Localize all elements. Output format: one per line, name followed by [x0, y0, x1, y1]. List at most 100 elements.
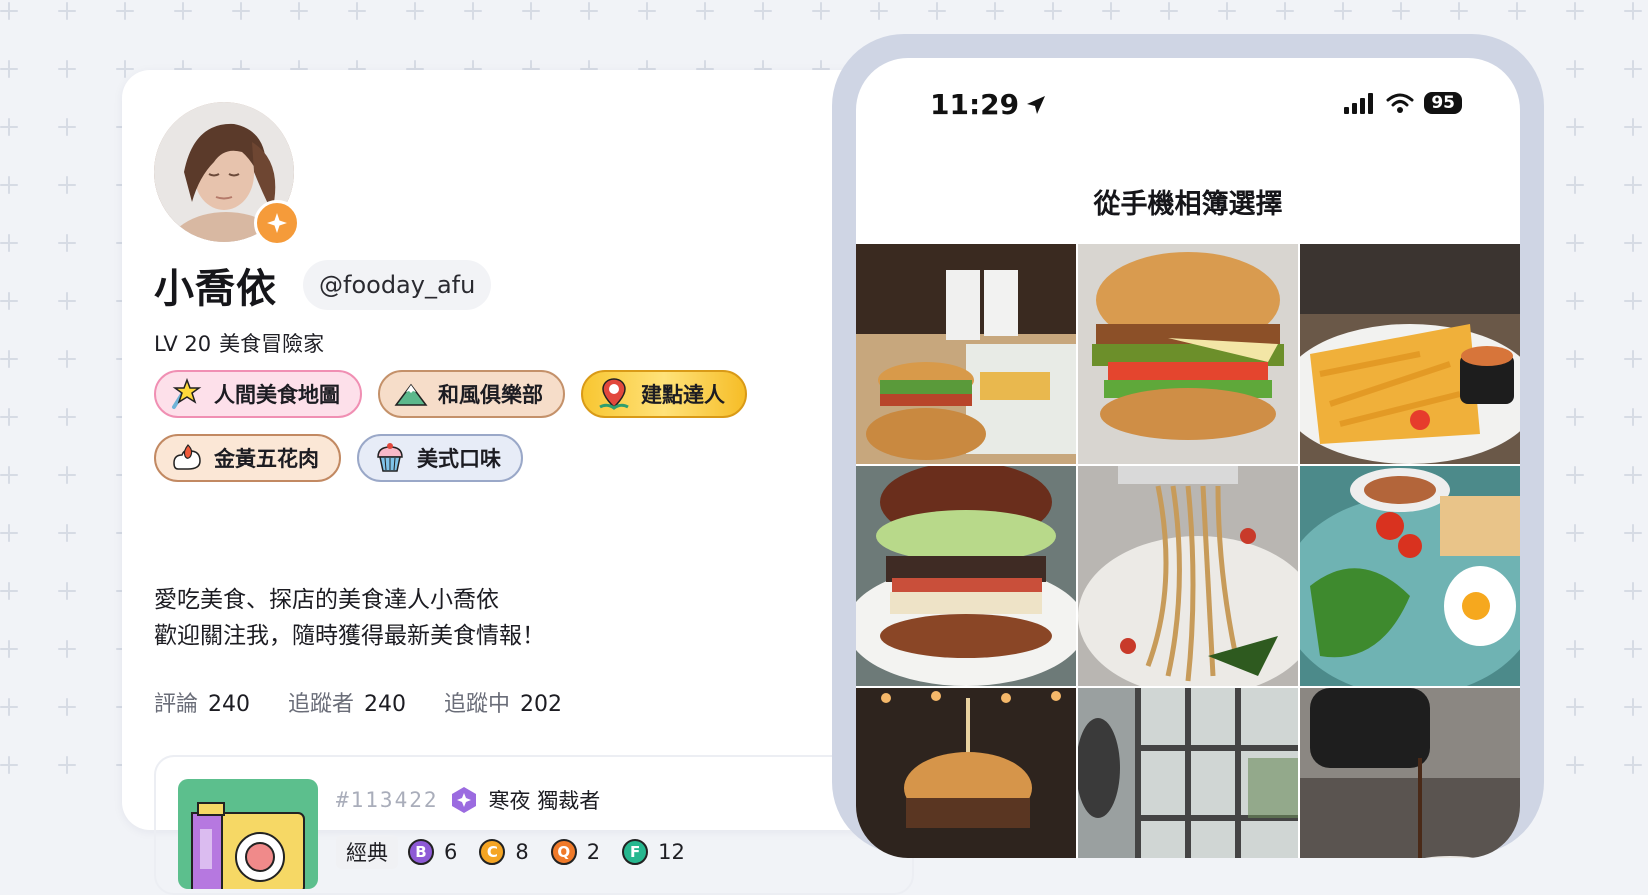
- tall-burger-photo[interactable]: [856, 466, 1076, 686]
- badge-japanese-club[interactable]: 和風俱樂部: [378, 370, 565, 418]
- plus-mark: [0, 350, 18, 368]
- plus-mark: [58, 176, 76, 194]
- score-f-icon: F: [622, 839, 649, 865]
- signal-icon: [1344, 93, 1374, 114]
- coffee-pour-photo[interactable]: [1300, 688, 1520, 858]
- photo-grid: [856, 244, 1520, 858]
- stat-value: 240: [364, 692, 407, 717]
- battery-icon: 95: [1424, 92, 1462, 114]
- plus-mark: [1566, 466, 1584, 484]
- plus-mark: [812, 2, 830, 20]
- stat-label: 評論: [154, 692, 199, 717]
- badge-american-taste[interactable]: 美式口味: [357, 434, 523, 482]
- plus-mark: [1624, 698, 1642, 716]
- plus-mark: [1102, 2, 1120, 20]
- phone-frame: 11:29 95 從手機相簿選擇: [832, 34, 1544, 858]
- status-icons: 95: [1344, 92, 1462, 114]
- plus-mark: [1276, 2, 1294, 20]
- burger-skewer-photo[interactable]: [856, 688, 1076, 858]
- plus-mark: [0, 756, 18, 774]
- cupcake-icon: [373, 441, 407, 475]
- plus-mark: [1566, 234, 1584, 252]
- plus-mark: [0, 176, 18, 194]
- plus-mark: [116, 2, 134, 20]
- bio: 愛吃美食、探店的美食達人小喬依 歡迎關注我，隨時獲得最新美食情報！: [154, 582, 545, 654]
- plus-mark: [928, 2, 946, 20]
- level-line: LV 20 美食冒險家: [154, 328, 332, 358]
- plus-mark: [1566, 2, 1584, 20]
- plus-mark: [174, 2, 192, 20]
- rank-gem-icon: [449, 785, 479, 815]
- plus-mark: [1566, 176, 1584, 194]
- badge-label: 金黃五花肉: [214, 447, 319, 471]
- name-row: 小喬依 @fooday_afu: [154, 256, 492, 314]
- plus-mark: [986, 2, 1004, 20]
- bio-line: 愛吃美食、探店的美食達人小喬依: [154, 587, 499, 613]
- plus-mark: [1392, 2, 1410, 20]
- badge-list: 人間美食地圖 和風俱樂部 建點達人 金黃五花肉 美式口味: [154, 370, 854, 498]
- plus-mark: [1566, 118, 1584, 136]
- stat-following[interactable]: 追蹤中 202: [444, 686, 562, 718]
- badge-spot-master[interactable]: 建點達人: [581, 370, 747, 418]
- rank-name: 寒夜 獨裁者: [488, 789, 601, 813]
- badge-label: 人間美食地圖: [214, 383, 340, 407]
- plus-mark: [116, 60, 134, 78]
- badge-golden-pork[interactable]: 金黃五花肉: [154, 434, 341, 482]
- plus-mark: [58, 408, 76, 426]
- plus-mark: [1624, 292, 1642, 310]
- fries-plate-photo[interactable]: [1300, 244, 1520, 464]
- plus-mark: [1566, 640, 1584, 658]
- mountain-icon: [394, 377, 428, 411]
- breakfast-salad-photo[interactable]: [1300, 466, 1520, 686]
- spaghetti-fork-photo[interactable]: [1078, 466, 1298, 686]
- status-time: 11:29: [930, 88, 1047, 121]
- plus-mark: [1566, 524, 1584, 542]
- plus-mark: [1566, 408, 1584, 426]
- plus-mark: [0, 698, 18, 716]
- stat-reviews[interactable]: 評論 240: [154, 686, 250, 718]
- badge-food-map[interactable]: 人間美食地圖: [154, 370, 362, 418]
- plus-mark: [1160, 2, 1178, 20]
- plus-mark: [58, 466, 76, 484]
- score-value: 8: [515, 840, 529, 864]
- plus-mark: [1624, 176, 1642, 194]
- plus-mark: [406, 2, 424, 20]
- plus-mark: [1218, 2, 1236, 20]
- plus-mark: [58, 234, 76, 252]
- stat-followers[interactable]: 追蹤者 240: [288, 686, 406, 718]
- handle-chip[interactable]: @fooday_afu: [303, 260, 492, 310]
- location-arrow-icon: [1027, 95, 1046, 114]
- stat-label: 追蹤者: [288, 692, 355, 717]
- plus-mark: [290, 2, 308, 20]
- plus-mark: [0, 60, 18, 78]
- plus-mark: [1566, 582, 1584, 600]
- plus-mark: [0, 2, 18, 20]
- review-card[interactable]: #113422 寒夜 獨裁者 經典 B 6 C 8 Q 2 F 12: [154, 755, 914, 895]
- bio-line: 歡迎關注我，隨時獲得最新美食情報！: [154, 623, 545, 649]
- score-value: 12: [658, 840, 685, 864]
- plus-mark: [1624, 350, 1642, 368]
- plus-mark: [0, 524, 18, 542]
- review-meta: #113422 寒夜 獨裁者: [336, 785, 600, 815]
- stat-value: 202: [520, 692, 563, 717]
- level-title: 美食冒險家: [219, 332, 325, 356]
- plus-mark: [1624, 524, 1642, 542]
- plus-mark: [754, 2, 772, 20]
- flame-pork-icon: [170, 441, 204, 475]
- plus-mark: [1624, 582, 1642, 600]
- plus-mark: [58, 640, 76, 658]
- phone-screen: 11:29 95 從手機相簿選擇: [856, 58, 1520, 858]
- plus-mark: [580, 2, 598, 20]
- plus-mark: [58, 756, 76, 774]
- plus-mark: [58, 118, 76, 136]
- chicken-burger-photo[interactable]: [1078, 244, 1298, 464]
- plus-mark: [1624, 466, 1642, 484]
- window-interior-photo[interactable]: [1078, 688, 1298, 858]
- plus-mark: [58, 524, 76, 542]
- plus-mark: [1566, 698, 1584, 716]
- status-bar: 11:29 95: [856, 88, 1520, 132]
- wifi-icon: [1386, 93, 1414, 113]
- plus-mark: [0, 292, 18, 310]
- score-row: 經典 B 6 C 8 Q 2 F 12: [336, 835, 697, 869]
- burgers-fries-drinks-photo[interactable]: [856, 244, 1076, 464]
